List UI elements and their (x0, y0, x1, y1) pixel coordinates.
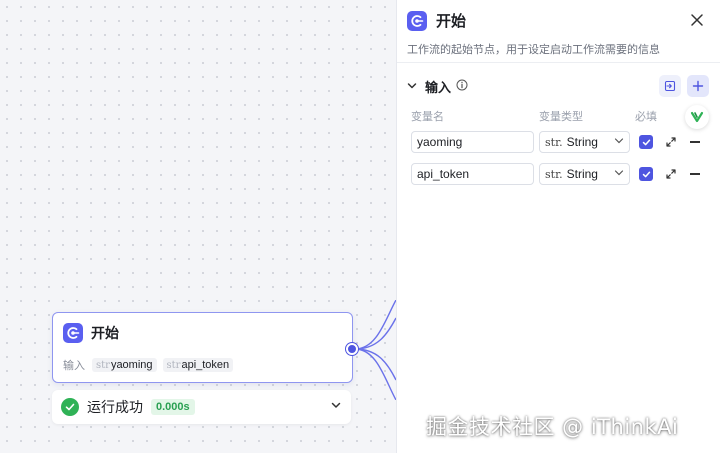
chevron-down-icon (614, 167, 624, 181)
chevron-down-icon[interactable] (330, 398, 342, 416)
run-status-bar[interactable]: 运行成功 0.000s (52, 390, 351, 424)
close-icon[interactable] (690, 13, 704, 27)
plus-icon (692, 80, 704, 92)
info-icon[interactable] (456, 78, 468, 96)
column-header-name: 变量名 (411, 111, 444, 123)
watermark: 掘金技术社区 @ iThinkAi (426, 415, 679, 439)
variable-row: str. String (411, 163, 711, 185)
input-section-header[interactable]: 输入 (407, 77, 468, 96)
start-node-icon (407, 10, 427, 31)
start-node-header: 开始 (63, 323, 119, 343)
panel-description: 工作流的起始节点，用于设定启动工作流需要的信息 (407, 44, 660, 56)
start-node[interactable]: 开始 输入 str yaoming str api_token (52, 312, 353, 383)
connection-edges (355, 300, 397, 400)
start-node-icon (63, 323, 83, 343)
required-checkbox[interactable] (639, 135, 653, 149)
output-port[interactable] (346, 343, 358, 355)
chevron-down-icon (614, 135, 624, 149)
required-checkbox[interactable] (639, 167, 653, 181)
input-section-title: 输入 (425, 80, 452, 95)
import-button[interactable] (659, 75, 681, 97)
assistant-badge[interactable] (685, 105, 709, 129)
panel-header: 开始 (407, 10, 466, 31)
input-tag: str api_token (162, 358, 234, 372)
logo-icon (690, 111, 704, 123)
run-duration-badge: 0.000s (151, 399, 195, 415)
start-node-title: 开始 (91, 325, 119, 341)
minus-icon[interactable] (690, 141, 700, 143)
variable-row: str. String (411, 131, 711, 153)
start-node-inputs: 输入 str yaoming str api_token (63, 357, 239, 373)
check-circle-icon (61, 398, 79, 416)
divider (397, 62, 720, 63)
expand-icon[interactable] (665, 135, 677, 153)
column-header-type: 变量类型 (539, 111, 583, 123)
minus-icon[interactable] (690, 173, 700, 175)
column-header-required: 必填 (635, 111, 657, 123)
variable-name-input[interactable] (411, 131, 534, 153)
import-icon (664, 80, 676, 92)
input-tag: str yaoming (92, 358, 157, 372)
variable-type-select[interactable]: str. String (539, 163, 630, 185)
node-settings-panel: 开始 工作流的起始节点，用于设定启动工作流需要的信息 输入 变量名 变量类型 必… (396, 0, 720, 453)
variable-name-input[interactable] (411, 163, 534, 185)
add-variable-button[interactable] (687, 75, 709, 97)
expand-icon[interactable] (665, 167, 677, 185)
inputs-label: 输入 (63, 360, 85, 372)
panel-title: 开始 (436, 13, 467, 30)
chevron-down-icon[interactable] (407, 78, 417, 96)
variable-type-select[interactable]: str. String (539, 131, 630, 153)
run-status-text: 运行成功 (87, 399, 143, 415)
